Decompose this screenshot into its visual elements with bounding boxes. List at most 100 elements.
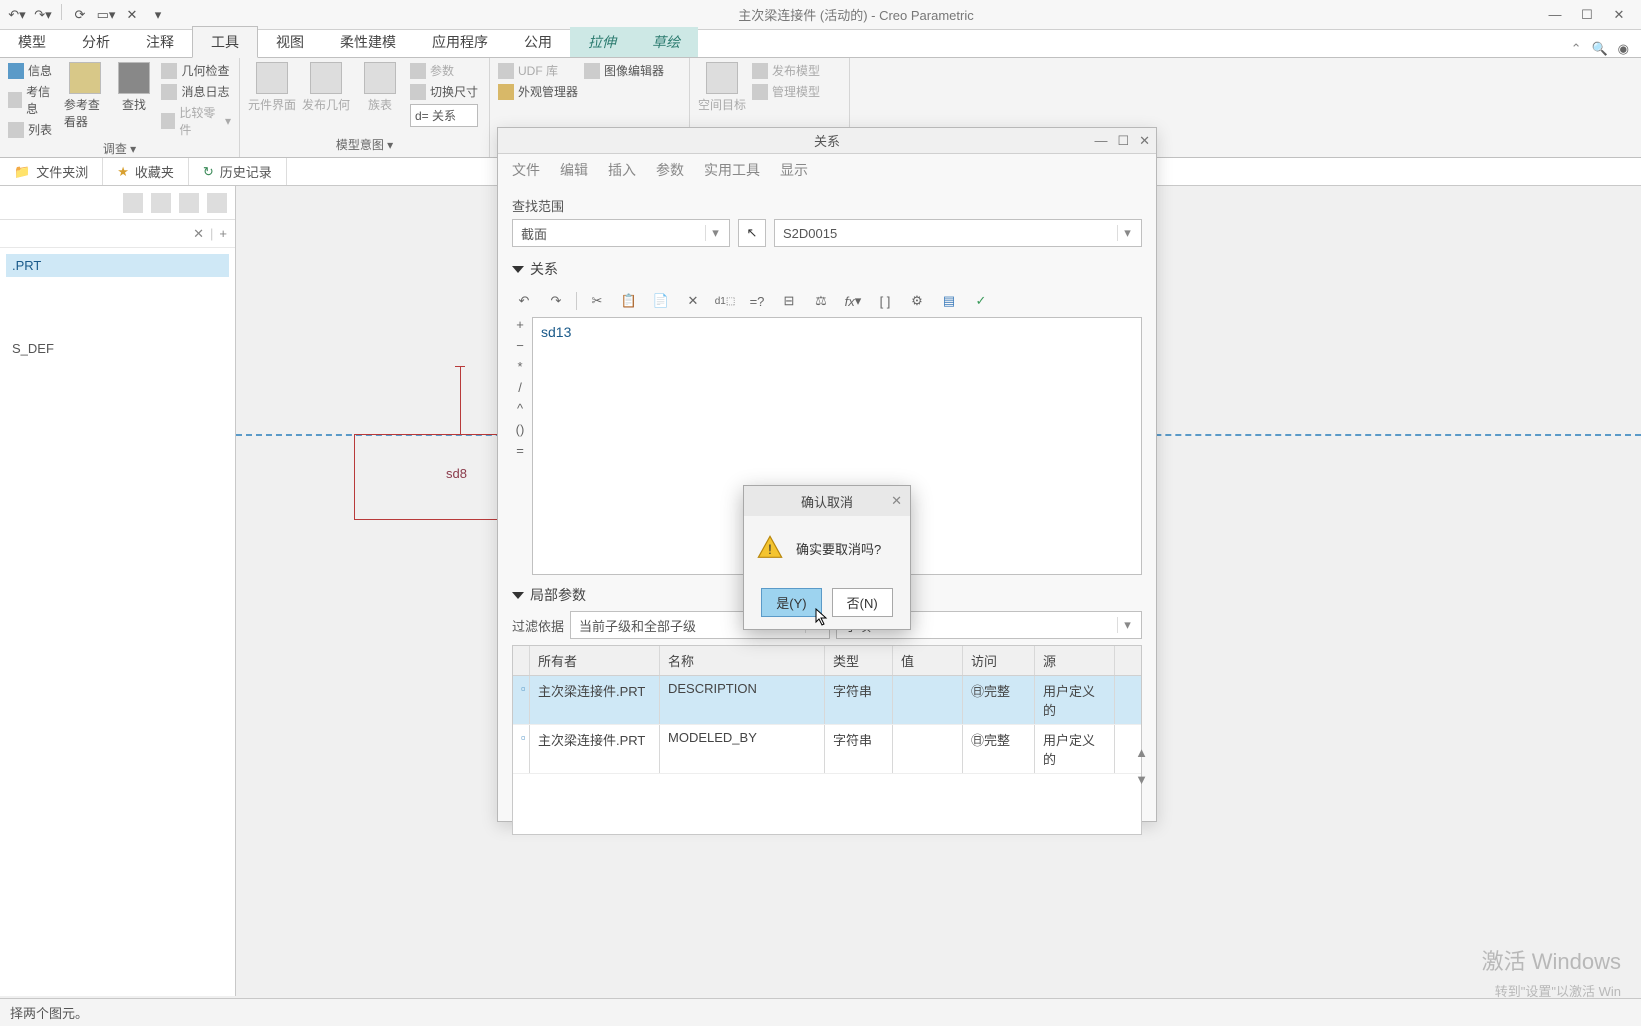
tab-favorites[interactable]: ★收藏夹	[103, 158, 189, 185]
undo-icon[interactable]: ↶	[512, 289, 536, 313]
close-button[interactable]: ✕	[1607, 3, 1631, 27]
add-icon[interactable]: +	[219, 226, 227, 241]
tab-pub[interactable]: 公用	[506, 27, 570, 57]
redo-icon[interactable]: ↷	[544, 289, 568, 313]
check-icon[interactable]: ✓	[969, 289, 993, 313]
op-div[interactable]: /	[518, 380, 522, 395]
udf-button[interactable]: UDF 库	[498, 62, 578, 79]
pub-model-button[interactable]: 发布模型	[752, 62, 820, 79]
dimension-icon[interactable]: d1⬚	[713, 289, 737, 313]
qat-dropdown-icon[interactable]: ▾	[147, 4, 169, 26]
menu-show[interactable]: 显示	[780, 160, 808, 180]
tab-flex[interactable]: 柔性建模	[322, 27, 414, 57]
tab-analysis[interactable]: 分析	[64, 27, 128, 57]
op-paren[interactable]: ()	[516, 422, 525, 437]
yes-button[interactable]: 是(Y)	[761, 588, 821, 617]
switch-dim-button[interactable]: 切换尺寸	[410, 83, 478, 100]
table-row[interactable]: ▫ 主次梁连接件.PRT DESCRIPTION 字符串 ㊐完整 用户定义的	[513, 676, 1141, 725]
op-eq[interactable]: =	[516, 443, 524, 458]
close-icon[interactable]: ✕	[193, 226, 204, 242]
col-name[interactable]: 名称	[660, 646, 825, 675]
comp-if-button[interactable]: 元件界面	[248, 62, 296, 113]
paste-icon[interactable]: 📄	[649, 289, 673, 313]
col-owner[interactable]: 所有者	[530, 646, 660, 675]
tab-model[interactable]: 模型	[0, 27, 64, 57]
search-icon[interactable]: 🔍	[1591, 41, 1607, 57]
compare-button[interactable]: 比较零件▾	[161, 104, 231, 138]
manage-model-button[interactable]: 管理模型	[752, 83, 820, 100]
appearance-button[interactable]: 外观管理器	[498, 83, 578, 100]
delete-icon[interactable]: ✕	[681, 289, 705, 313]
dimension-sd8[interactable]: sd8	[446, 466, 467, 481]
scope-type-combo[interactable]: 截面▾	[512, 219, 730, 247]
ref-info-button[interactable]: 考信息	[8, 83, 58, 117]
redo-icon[interactable]: ↷▾	[32, 4, 54, 26]
verify-icon[interactable]: ⚙	[905, 289, 929, 313]
tab-view[interactable]: 视图	[258, 27, 322, 57]
tab-folder[interactable]: 📁文件夹浏	[0, 158, 103, 185]
img-edit-button[interactable]: 图像编辑器	[584, 62, 664, 79]
tab-extrude[interactable]: 拉伸	[570, 27, 634, 57]
tab-tools[interactable]: 工具	[192, 26, 258, 58]
brackets-icon[interactable]: [ ]	[873, 289, 897, 313]
ribbon-collapse-icon[interactable]: ⌃	[1571, 41, 1582, 57]
dlg-minimize-icon[interactable]: —	[1094, 133, 1107, 149]
dlg-close-icon[interactable]: ✕	[1139, 133, 1150, 149]
confirm-titlebar[interactable]: 确认取消 ✕	[744, 486, 910, 516]
d-relations-button[interactable]: d= 关系	[410, 104, 478, 127]
op-minus[interactable]: −	[516, 338, 524, 353]
menu-params[interactable]: 参数	[656, 160, 684, 180]
undo-icon[interactable]: ↶▾	[6, 4, 28, 26]
params-button[interactable]: 参数	[410, 62, 478, 79]
close-icon[interactable]: ✕	[891, 493, 902, 509]
tree-tool-1[interactable]	[123, 193, 143, 213]
cut-icon[interactable]: ✂	[585, 289, 609, 313]
col-value[interactable]: 值	[893, 646, 963, 675]
menu-edit[interactable]: 编辑	[560, 160, 588, 180]
op-mult[interactable]: *	[517, 359, 522, 374]
msg-log-button[interactable]: 消息日志	[161, 83, 231, 100]
model-tree[interactable]: .PRT S_DEF	[0, 248, 235, 366]
menu-insert[interactable]: 插入	[608, 160, 636, 180]
maximize-button[interactable]: ☐	[1575, 3, 1599, 27]
windows-icon[interactable]: ▭▾	[95, 4, 117, 26]
minimize-button[interactable]: —	[1543, 3, 1567, 27]
help-icon[interactable]: ◉	[1618, 41, 1629, 57]
scope-name-combo[interactable]: S2D0015▾	[774, 219, 1142, 247]
relations-section-header[interactable]: 关系	[512, 259, 1142, 279]
geo-check-button[interactable]: 几何检查	[161, 62, 231, 79]
col-access[interactable]: 访问	[963, 646, 1035, 675]
tree-item-sdef[interactable]: S_DEF	[6, 337, 229, 360]
tab-history[interactable]: ↻历史记录	[189, 158, 287, 185]
ref-viewer-button[interactable]: 参考查看器	[64, 62, 107, 130]
ruler-icon[interactable]: ⊟	[777, 289, 801, 313]
table-row[interactable]: ▫ 主次梁连接件.PRT MODELED_BY 字符串 ㊐完整 用户定义的	[513, 725, 1141, 774]
tree-tool-2[interactable]	[151, 193, 171, 213]
function-icon[interactable]: fx▾	[841, 289, 865, 313]
space-button[interactable]: 空间目标	[698, 62, 746, 113]
pub-geo-button[interactable]: 发布几何	[302, 62, 350, 113]
find-button[interactable]: 查找	[113, 62, 156, 113]
tab-apps[interactable]: 应用程序	[414, 27, 506, 57]
menu-file[interactable]: 文件	[512, 160, 540, 180]
tab-sketch[interactable]: 草绘	[634, 27, 698, 57]
tree-tool-4[interactable]	[207, 193, 227, 213]
menu-util[interactable]: 实用工具	[704, 160, 760, 180]
units-icon[interactable]: ⚖	[809, 289, 833, 313]
evaluate-icon[interactable]: =?	[745, 289, 769, 313]
relations-titlebar[interactable]: 关系 — ☐ ✕	[498, 128, 1156, 154]
list-button[interactable]: 列表	[8, 121, 58, 138]
col-type[interactable]: 类型	[825, 646, 893, 675]
tab-annotate[interactable]: 注释	[128, 27, 192, 57]
tree-item-prt[interactable]: .PRT	[6, 254, 229, 277]
tree-tool-3[interactable]	[179, 193, 199, 213]
move-down-icon[interactable]: ▼	[1135, 772, 1148, 787]
regen-icon[interactable]: ⟳	[69, 4, 91, 26]
info-button[interactable]: 信息	[8, 62, 58, 79]
col-source[interactable]: 源	[1035, 646, 1115, 675]
pick-button[interactable]: ↖	[738, 219, 766, 247]
no-button[interactable]: 否(N)	[832, 588, 893, 617]
op-pow[interactable]: ^	[517, 401, 523, 416]
close-window-icon[interactable]: ✕	[121, 4, 143, 26]
sort-icon[interactable]: ▤	[937, 289, 961, 313]
